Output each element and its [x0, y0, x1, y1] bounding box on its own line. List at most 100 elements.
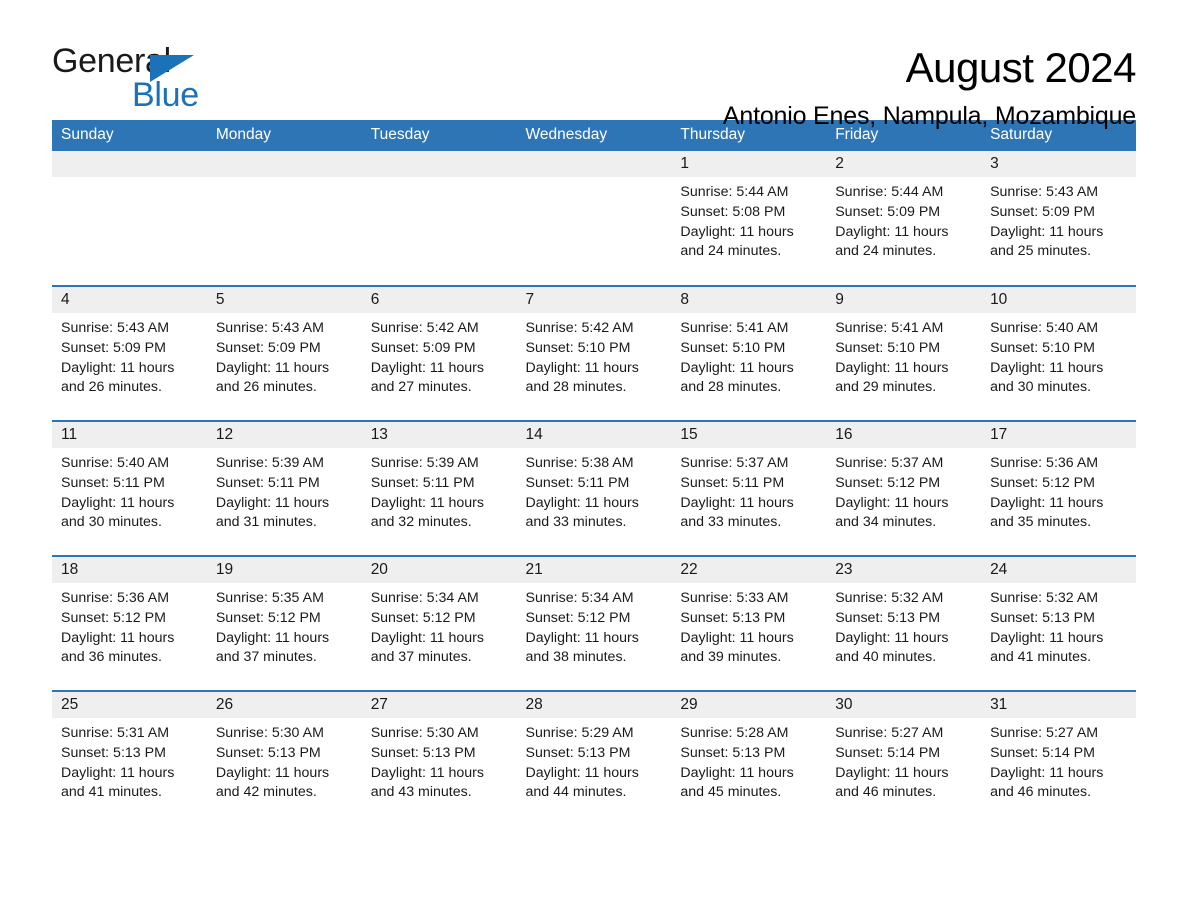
calendar-day-cell[interactable]: 27 Sunrise: 5:30 AM Sunset: 5:13 PM Dayligh… — [361, 690, 517, 826]
daylight-text: Daylight: 11 hours and 39 minutes. — [680, 629, 794, 666]
calendar-day-cell[interactable]: 10 Sunrise: 5:40 AM Sunset: 5:10 PM Dayligh… — [981, 285, 1136, 421]
day-sun-info: Sunrise: 5:30 AM Sunset: 5:13 PM Daylight:… — [207, 718, 362, 803]
calendar-day-cell[interactable]: 2 Sunrise: 5:44 AM Sunset: 5:09 PM Daylight… — [826, 151, 982, 286]
calendar-day-cell[interactable]: 17 Sunrise: 5:36 AM Sunset: 5:12 PM Dayligh… — [981, 420, 1136, 556]
day-sun-info: Sunrise: 5:43 AM Sunset: 5:09 PM Daylight:… — [981, 177, 1136, 262]
calendar-day-cell[interactable]: 7 Sunrise: 5:42 AM Sunset: 5:10 PM Daylight… — [516, 285, 672, 421]
sunrise-text: Sunrise: 5:43 AM — [215, 320, 324, 336]
calendar-day-cell[interactable]: 18 Sunrise: 5:36 AM Sunset: 5:12 PM Dayligh… — [52, 555, 207, 691]
calendar-day-cell[interactable]: 15 Sunrise: 5:37 AM Sunset: 5:11 PM Dayligh… — [671, 420, 827, 556]
calendar-week-row: 1 Sunrise: 5:44 AM Sunset: 5:08 PM Daylight… — [52, 151, 1136, 286]
day-number: 14 — [516, 422, 672, 448]
calendar-day-cell[interactable]: 28 Sunrise: 5:29 AM Sunset: 5:13 PM Dayligh… — [516, 690, 672, 826]
day-cell-content: 9 Sunrise: 5:41 AM Sunset: 5:10 PM Daylight… — [826, 287, 982, 420]
month-calendar-table: Sunday Monday Tuesday Wednesday Thursday… — [52, 120, 1136, 826]
calendar-day-cell[interactable]: 30 Sunrise: 5:27 AM Sunset: 5:14 PM Dayligh… — [826, 690, 982, 826]
day-number: 5 — [206, 287, 362, 313]
daylight-text: Daylight: 11 hours and 26 minutes. — [215, 359, 330, 396]
sunset-text: Sunset: 5:13 PM — [680, 609, 786, 626]
sunset-text: Sunset: 5:09 PM — [835, 203, 941, 220]
calendar-day-cell[interactable]: 19 Sunrise: 5:35 AM Sunset: 5:12 PM Dayligh… — [206, 555, 362, 691]
sunrise-text: Sunrise: 5:37 AM — [680, 455, 789, 471]
calendar-day-cell[interactable]: 20 Sunrise: 5:34 AM Sunset: 5:12 PM Dayligh… — [361, 555, 517, 691]
daylight-text: Daylight: 11 hours and 30 minutes. — [61, 494, 175, 531]
sunrise-text: Sunrise: 5:38 AM — [525, 455, 634, 471]
day-sun-info: Sunrise: 5:32 AM Sunset: 5:13 PM Daylight:… — [981, 583, 1136, 668]
calendar-day-cell[interactable]: 13 Sunrise: 5:39 AM Sunset: 5:11 PM Dayligh… — [361, 420, 517, 556]
sunrise-text: Sunrise: 5:28 AM — [680, 725, 789, 741]
sunrise-text: Sunrise: 5:30 AM — [215, 725, 324, 741]
sunrise-text: Sunrise: 5:34 AM — [525, 590, 634, 606]
sunset-text: Sunset: 5:11 PM — [525, 474, 630, 491]
day-cell-content — [516, 151, 672, 285]
sunset-text: Sunset: 5:10 PM — [680, 339, 786, 356]
day-sun-info: Sunrise: 5:43 AM Sunset: 5:09 PM Daylight:… — [207, 313, 362, 398]
calendar-day-cell[interactable]: 1 Sunrise: 5:44 AM Sunset: 5:08 PM Daylight… — [671, 151, 827, 286]
calendar-day-cell[interactable]: 24 Sunrise: 5:32 AM Sunset: 5:13 PM Dayligh… — [981, 555, 1136, 691]
daylight-text: Daylight: 11 hours and 32 minutes. — [370, 494, 484, 531]
calendar-day-cell[interactable]: 23 Sunrise: 5:32 AM Sunset: 5:13 PM Dayligh… — [826, 555, 982, 691]
calendar-day-cell[interactable]: 8 Sunrise: 5:41 AM Sunset: 5:10 PM Daylight… — [671, 285, 827, 421]
calendar-day-cell[interactable]: 25 Sunrise: 5:31 AM Sunset: 5:13 PM Dayligh… — [52, 690, 207, 826]
daylight-text: Daylight: 11 hours and 43 minutes. — [370, 764, 484, 801]
day-number: 9 — [826, 287, 982, 313]
day-cell-content: 3 Sunrise: 5:43 AM Sunset: 5:09 PM Daylight… — [981, 151, 1136, 285]
sunset-text: Sunset: 5:13 PM — [61, 744, 166, 761]
calendar-page: General Blue August 2024 Antonio Enes, N… — [0, 0, 1188, 918]
sunset-text: Sunset: 5:12 PM — [215, 609, 321, 626]
sunrise-text: Sunrise: 5:36 AM — [990, 455, 1099, 471]
sunrise-text: Sunrise: 5:27 AM — [990, 725, 1099, 741]
day-cell-content: 10 Sunrise: 5:40 AM Sunset: 5:10 PM Dayligh… — [981, 287, 1136, 420]
sunrise-text: Sunrise: 5:30 AM — [370, 725, 479, 741]
calendar-day-cell[interactable]: 11 Sunrise: 5:40 AM Sunset: 5:11 PM Dayligh… — [52, 420, 207, 556]
sunset-text: Sunset: 5:12 PM — [370, 609, 476, 626]
sunrise-text: Sunrise: 5:34 AM — [370, 590, 479, 606]
calendar-day-cell[interactable]: 22 Sunrise: 5:33 AM Sunset: 5:13 PM Dayligh… — [671, 555, 827, 691]
daylight-text: Daylight: 11 hours and 41 minutes. — [61, 764, 175, 801]
sunrise-text: Sunrise: 5:37 AM — [835, 455, 944, 471]
day-cell-content: 13 Sunrise: 5:39 AM Sunset: 5:11 PM Dayligh… — [361, 422, 517, 555]
calendar-day-cell[interactable]: 26 Sunrise: 5:30 AM Sunset: 5:13 PM Dayligh… — [206, 690, 362, 826]
daylight-text: Daylight: 11 hours and 37 minutes. — [370, 629, 484, 666]
day-sun-info: Sunrise: 5:40 AM Sunset: 5:11 PM Daylight:… — [52, 448, 207, 533]
calendar-day-cell[interactable]: 6 Sunrise: 5:42 AM Sunset: 5:09 PM Daylight… — [361, 285, 517, 421]
calendar-day-cell[interactable]: 4 Sunrise: 5:43 AM Sunset: 5:09 PM Daylight… — [52, 285, 207, 421]
calendar-day-cell[interactable]: 3 Sunrise: 5:43 AM Sunset: 5:09 PM Daylight… — [981, 151, 1136, 286]
sunset-text: Sunset: 5:09 PM — [990, 203, 1095, 220]
daylight-text: Daylight: 11 hours and 33 minutes. — [680, 494, 794, 531]
calendar-day-cell[interactable]: 9 Sunrise: 5:41 AM Sunset: 5:10 PM Daylight… — [826, 285, 982, 421]
day-cell-content: 19 Sunrise: 5:35 AM Sunset: 5:12 PM Dayligh… — [206, 557, 362, 690]
day-number: 11 — [52, 422, 207, 448]
day-sun-info: Sunrise: 5:44 AM Sunset: 5:08 PM Daylight:… — [671, 177, 826, 262]
sunset-text: Sunset: 5:09 PM — [215, 339, 321, 356]
general-blue-logo[interactable]: General Blue — [52, 44, 252, 116]
daylight-text: Daylight: 11 hours and 27 minutes. — [370, 359, 484, 396]
sunset-text: Sunset: 5:14 PM — [990, 744, 1095, 761]
sunset-text: Sunset: 5:12 PM — [61, 609, 166, 626]
calendar-day-cell[interactable]: 5 Sunrise: 5:43 AM Sunset: 5:09 PM Daylight… — [206, 285, 362, 421]
calendar-day-cell[interactable]: 21 Sunrise: 5:34 AM Sunset: 5:12 PM Dayligh… — [516, 555, 672, 691]
daylight-text: Daylight: 11 hours and 33 minutes. — [525, 494, 639, 531]
sunset-text: Sunset: 5:11 PM — [215, 474, 320, 491]
day-number: 23 — [826, 557, 982, 583]
sunrise-text: Sunrise: 5:27 AM — [835, 725, 944, 741]
calendar-day-cell[interactable]: 12 Sunrise: 5:39 AM Sunset: 5:11 PM Dayligh… — [206, 420, 362, 556]
calendar-day-cell[interactable]: 31 Sunrise: 5:27 AM Sunset: 5:14 PM Dayligh… — [981, 690, 1136, 826]
calendar-day-cell[interactable]: 29 Sunrise: 5:28 AM Sunset: 5:13 PM Dayligh… — [671, 690, 827, 826]
sunrise-text: Sunrise: 5:31 AM — [61, 725, 170, 741]
day-sun-info: Sunrise: 5:43 AM Sunset: 5:09 PM Daylight:… — [52, 313, 207, 398]
calendar-day-cell-empty — [206, 151, 362, 286]
sunrise-text: Sunrise: 5:39 AM — [370, 455, 479, 471]
sunrise-text: Sunrise: 5:39 AM — [215, 455, 324, 471]
day-sun-info: Sunrise: 5:31 AM Sunset: 5:13 PM Daylight:… — [52, 718, 207, 803]
day-sun-info: Sunrise: 5:41 AM Sunset: 5:10 PM Daylight:… — [826, 313, 981, 398]
calendar-day-cell[interactable]: 16 Sunrise: 5:37 AM Sunset: 5:12 PM Dayligh… — [826, 420, 982, 556]
calendar-day-cell[interactable]: 14 Sunrise: 5:38 AM Sunset: 5:11 PM Dayligh… — [516, 420, 672, 556]
daylight-text: Daylight: 11 hours and 37 minutes. — [215, 629, 330, 666]
day-number: 2 — [826, 151, 982, 177]
day-number: 13 — [361, 422, 517, 448]
day-sun-info: Sunrise: 5:41 AM Sunset: 5:10 PM Daylight:… — [671, 313, 826, 398]
calendar-week-row: 11 Sunrise: 5:40 AM Sunset: 5:11 PM Dayligh… — [52, 420, 1136, 556]
daylight-text: Daylight: 11 hours and 44 minutes. — [525, 764, 639, 801]
day-cell-content: 15 Sunrise: 5:37 AM Sunset: 5:11 PM Dayligh… — [671, 422, 827, 555]
